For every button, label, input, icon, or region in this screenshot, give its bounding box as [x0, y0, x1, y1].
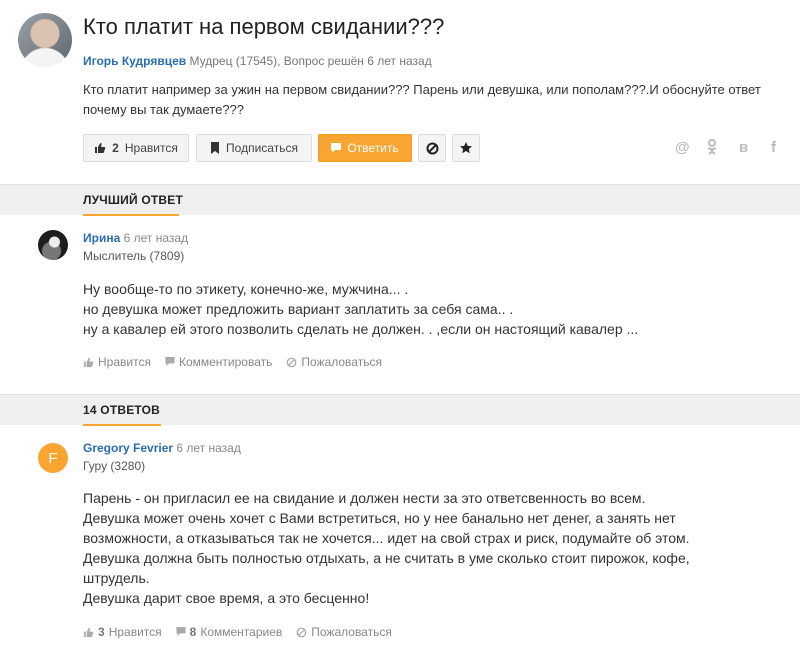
- question-author-link[interactable]: Игорь Кудрявцев: [83, 54, 186, 68]
- block-icon: [426, 142, 439, 155]
- question-title: Кто платит на первом свидании???: [83, 14, 445, 39]
- report-label: Пожаловаться: [301, 355, 382, 369]
- like-label: Нравится: [124, 141, 178, 155]
- question-author-rank: Мудрец (17545), Вопрос решён 6 лет назад: [189, 54, 432, 68]
- answer-line: Ну вообще-то по этикету, конечно-же, муж…: [83, 281, 409, 297]
- answer-report-button[interactable]: Пожаловаться: [296, 625, 392, 639]
- answer-line: ну а кавалер ей этого позволить сделать …: [83, 321, 639, 337]
- answer-author-link[interactable]: Gregory Fevrier: [83, 441, 173, 455]
- share-facebook-icon[interactable]: f: [771, 139, 776, 156]
- thumbs-up-icon: [94, 142, 106, 154]
- answer-line: Девушка должна быть полностью отдыхать, …: [83, 550, 690, 566]
- answers-underline: [83, 424, 161, 426]
- answer-line: Парень - он пригласил ее на свидание и д…: [83, 490, 646, 506]
- question-meta: Игорь Кудрявцев Мудрец (17545), Вопрос р…: [83, 54, 432, 68]
- like-label: Нравится: [98, 355, 151, 369]
- block-button[interactable]: [418, 134, 446, 162]
- question-author-avatar[interactable]: [18, 13, 72, 67]
- share-mail-icon[interactable]: @: [675, 139, 690, 156]
- like-count: 2: [112, 141, 119, 155]
- report-icon: [296, 627, 307, 637]
- answer-line: но девушка может предложить вариант запл…: [83, 301, 514, 317]
- answer-button[interactable]: Ответить: [318, 134, 412, 162]
- like-label: Нравится: [108, 625, 162, 639]
- speech-bubble-icon: [331, 142, 342, 154]
- best-answer-comment-button[interactable]: Комментировать: [165, 355, 272, 369]
- best-answer-report-button[interactable]: Пожаловаться: [286, 355, 382, 369]
- answer-label: Ответить: [347, 141, 399, 155]
- best-answer-rank: Мыслитель (7809): [83, 249, 185, 263]
- answer-actions: 3 Нравится 8 Комментариев Пожаловаться: [83, 625, 392, 639]
- best-answer-header: ЛУЧШИЙ ОТВЕТ: [0, 184, 800, 216]
- best-answer-text: Ну вообще-то по этикету, конечно-же, муж…: [83, 279, 638, 339]
- thumbs-up-icon: [83, 357, 94, 367]
- best-answer-actions: Нравится Комментировать Пожаловаться: [83, 355, 382, 369]
- answer-line: Девушка может очень хочет с Вами встрети…: [83, 510, 676, 526]
- comment-icon: [165, 357, 175, 367]
- answer-like-button[interactable]: 3 Нравится: [83, 625, 162, 639]
- answers-header: 14 ОТВЕТОВ: [0, 394, 800, 426]
- best-answer-byline: Ирина 6 лет назад: [83, 231, 188, 245]
- best-answer-avatar[interactable]: [38, 230, 68, 260]
- share-odnoklassniki-icon[interactable]: [706, 139, 718, 159]
- answers-count-label: 14 ОТВЕТОВ: [83, 403, 161, 417]
- star-icon: [460, 142, 472, 154]
- best-answer-label: ЛУЧШИЙ ОТВЕТ: [83, 193, 184, 207]
- report-label: Пожаловаться: [311, 625, 392, 639]
- answer-line: Девушка дарит свое время, а это бесценно…: [83, 590, 370, 606]
- answer-comment-count: 8: [189, 625, 197, 639]
- best-answer-author-link[interactable]: Ирина: [83, 231, 120, 245]
- answer-byline: Gregory Fevrier 6 лет назад: [83, 441, 241, 455]
- answer-line: возможности, а отказываться так не хочет…: [83, 530, 690, 546]
- answer-comments-button[interactable]: 8 Комментариев: [176, 625, 283, 639]
- answer-avatar[interactable]: F: [38, 443, 68, 473]
- comment-label: Комментариев: [200, 625, 283, 639]
- best-answer-underline: [83, 214, 179, 216]
- answer-rank: Гуру (3280): [83, 459, 146, 473]
- question-text: Кто платит например за ужин на первом св…: [83, 82, 761, 117]
- comment-icon: [176, 627, 186, 637]
- best-answer-time: 6 лет назад: [123, 231, 189, 245]
- answer-line: штрудель.: [83, 570, 150, 586]
- answer-text: Парень - он пригласил ее на свидание и д…: [83, 488, 690, 608]
- share-vk-icon[interactable]: в: [739, 139, 748, 156]
- subscribe-label: Подписаться: [226, 141, 298, 155]
- answer-like-count: 3: [98, 625, 105, 639]
- favorite-button[interactable]: [452, 134, 480, 162]
- comment-label: Комментировать: [178, 355, 273, 369]
- bookmark-icon: [210, 142, 220, 154]
- subscribe-button[interactable]: Подписаться: [196, 134, 312, 162]
- best-answer-like-button[interactable]: Нравится: [83, 355, 151, 369]
- answer-time: 6 лет назад: [176, 441, 241, 455]
- report-icon: [287, 357, 297, 367]
- avatar-letter: F: [48, 449, 58, 467]
- thumbs-up-icon: [83, 627, 94, 637]
- like-button[interactable]: 2 Нравится: [83, 134, 189, 162]
